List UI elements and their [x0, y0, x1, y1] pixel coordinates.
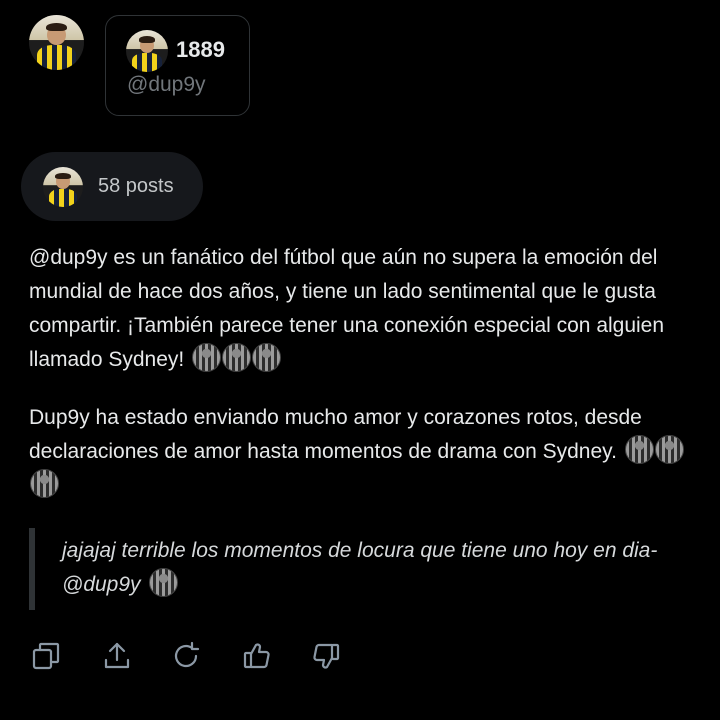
action-bar	[27, 637, 367, 677]
posts-pill-avatar	[43, 167, 83, 207]
profile-name: 1889	[176, 37, 225, 62]
avatar-emoji-icon	[30, 469, 59, 498]
like-button[interactable]	[238, 637, 276, 675]
posts-count-label: 58 posts	[98, 175, 174, 197]
avatar-emoji-icon	[148, 568, 178, 597]
regenerate-icon	[174, 641, 200, 668]
dislike-button[interactable]	[307, 637, 345, 675]
summary-paragraph-2-text: Dup9y ha estado enviando mucho amor y co…	[29, 406, 642, 463]
thumbs-down-icon	[313, 643, 340, 669]
avatar-emoji-icon	[654, 435, 684, 464]
copy-button[interactable]	[27, 637, 65, 675]
share-button[interactable]	[98, 637, 136, 675]
profile-card-avatar	[126, 30, 168, 72]
avatar-emoji-icon	[222, 343, 252, 372]
summary-paragraph-1-text: @dup9y es un fanático del fútbol que aún…	[29, 246, 665, 371]
avatar-emoji-icon	[192, 343, 222, 372]
regenerate-button[interactable]	[167, 637, 205, 675]
quote-text-wrap: jajajaj terrible los momentos de locura …	[62, 534, 692, 602]
posts-count-pill[interactable]: 58 posts	[21, 152, 203, 221]
avatar-emoji-icon	[624, 435, 654, 464]
profile-handle: @dup9y	[127, 73, 206, 96]
thumbs-up-icon	[243, 643, 270, 669]
summary-paragraph-1: @dup9y es un fanático del fútbol que aún…	[29, 241, 694, 377]
quote-block: jajajaj terrible los momentos de locura …	[29, 528, 695, 610]
summary-paragraph-2: Dup9y ha estado enviando mucho amor y co…	[29, 401, 694, 503]
profile-card[interactable]: 1889 @dup9y	[105, 15, 250, 116]
copy-icon	[32, 642, 60, 670]
avatar-emoji-icon	[252, 343, 282, 372]
share-icon	[104, 642, 130, 669]
user-avatar[interactable]	[29, 15, 84, 70]
